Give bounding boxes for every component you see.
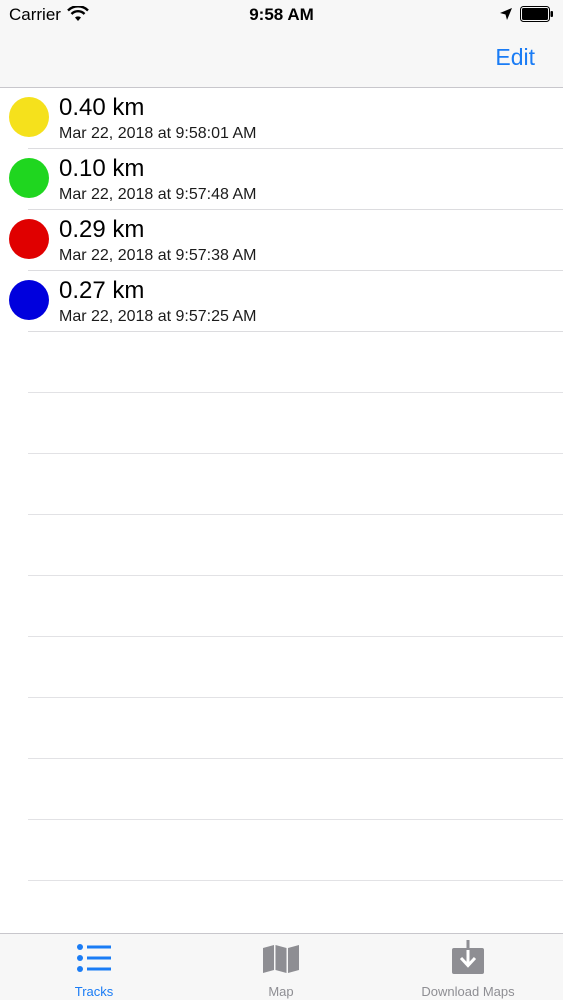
row-separator	[28, 331, 563, 332]
tab-tracks[interactable]: Tracks	[44, 934, 144, 1001]
empty-row-separator	[28, 758, 563, 759]
track-distance: 0.40 km	[59, 94, 145, 121]
empty-row-separator	[28, 514, 563, 515]
empty-row-separator	[28, 636, 563, 637]
track-distance: 0.10 km	[59, 155, 145, 182]
status-time: 9:58 AM	[249, 5, 314, 24]
tab-download-maps[interactable]: Download Maps	[398, 934, 538, 1001]
track-color-dot	[9, 97, 49, 137]
track-row[interactable]: 0.40 km Mar 22, 2018 at 9:58:01 AM	[0, 88, 563, 149]
edit-button[interactable]: Edit	[495, 44, 535, 71]
tab-tracks-label: Tracks	[74, 984, 114, 999]
track-date: Mar 22, 2018 at 9:57:38 AM	[59, 247, 257, 264]
track-row[interactable]: 0.10 km Mar 22, 2018 at 9:57:48 AM	[0, 149, 563, 210]
tab-bar: Tracks Map Download Maps	[0, 933, 563, 1000]
download-icon	[452, 940, 484, 974]
battery-icon	[520, 6, 553, 22]
track-distance: 0.29 km	[59, 216, 145, 243]
empty-row-separator	[28, 880, 563, 881]
empty-row-separator	[28, 697, 563, 698]
tab-map-label: Map	[268, 984, 294, 999]
map-icon	[263, 945, 299, 973]
tracks-list: 0.40 km Mar 22, 2018 at 9:58:01 AM 0.10 km…	[0, 88, 563, 332]
tab-download-maps-label: Download Maps	[421, 984, 515, 999]
status-bar: Carrier 9:58 AM	[0, 0, 563, 30]
top-bar: Carrier 9:58 AM Edit	[0, 0, 563, 88]
track-date: Mar 22, 2018 at 9:57:48 AM	[59, 186, 257, 203]
list-icon	[77, 944, 111, 972]
empty-row-separator	[28, 819, 563, 820]
empty-row-separator	[28, 392, 563, 393]
track-date: Mar 22, 2018 at 9:57:25 AM	[59, 308, 257, 325]
track-color-dot	[9, 280, 49, 320]
track-date: Mar 22, 2018 at 9:58:01 AM	[59, 125, 257, 142]
track-row[interactable]: 0.29 km Mar 22, 2018 at 9:57:38 AM	[0, 210, 563, 271]
track-color-dot	[9, 219, 49, 259]
tab-map[interactable]: Map	[231, 934, 331, 1001]
empty-row-separator	[28, 575, 563, 576]
track-row[interactable]: 0.27 km Mar 22, 2018 at 9:57:25 AM	[0, 271, 563, 332]
track-distance: 0.27 km	[59, 277, 145, 304]
track-color-dot	[9, 158, 49, 198]
empty-row-separator	[28, 453, 563, 454]
location-arrow-icon	[500, 8, 512, 20]
